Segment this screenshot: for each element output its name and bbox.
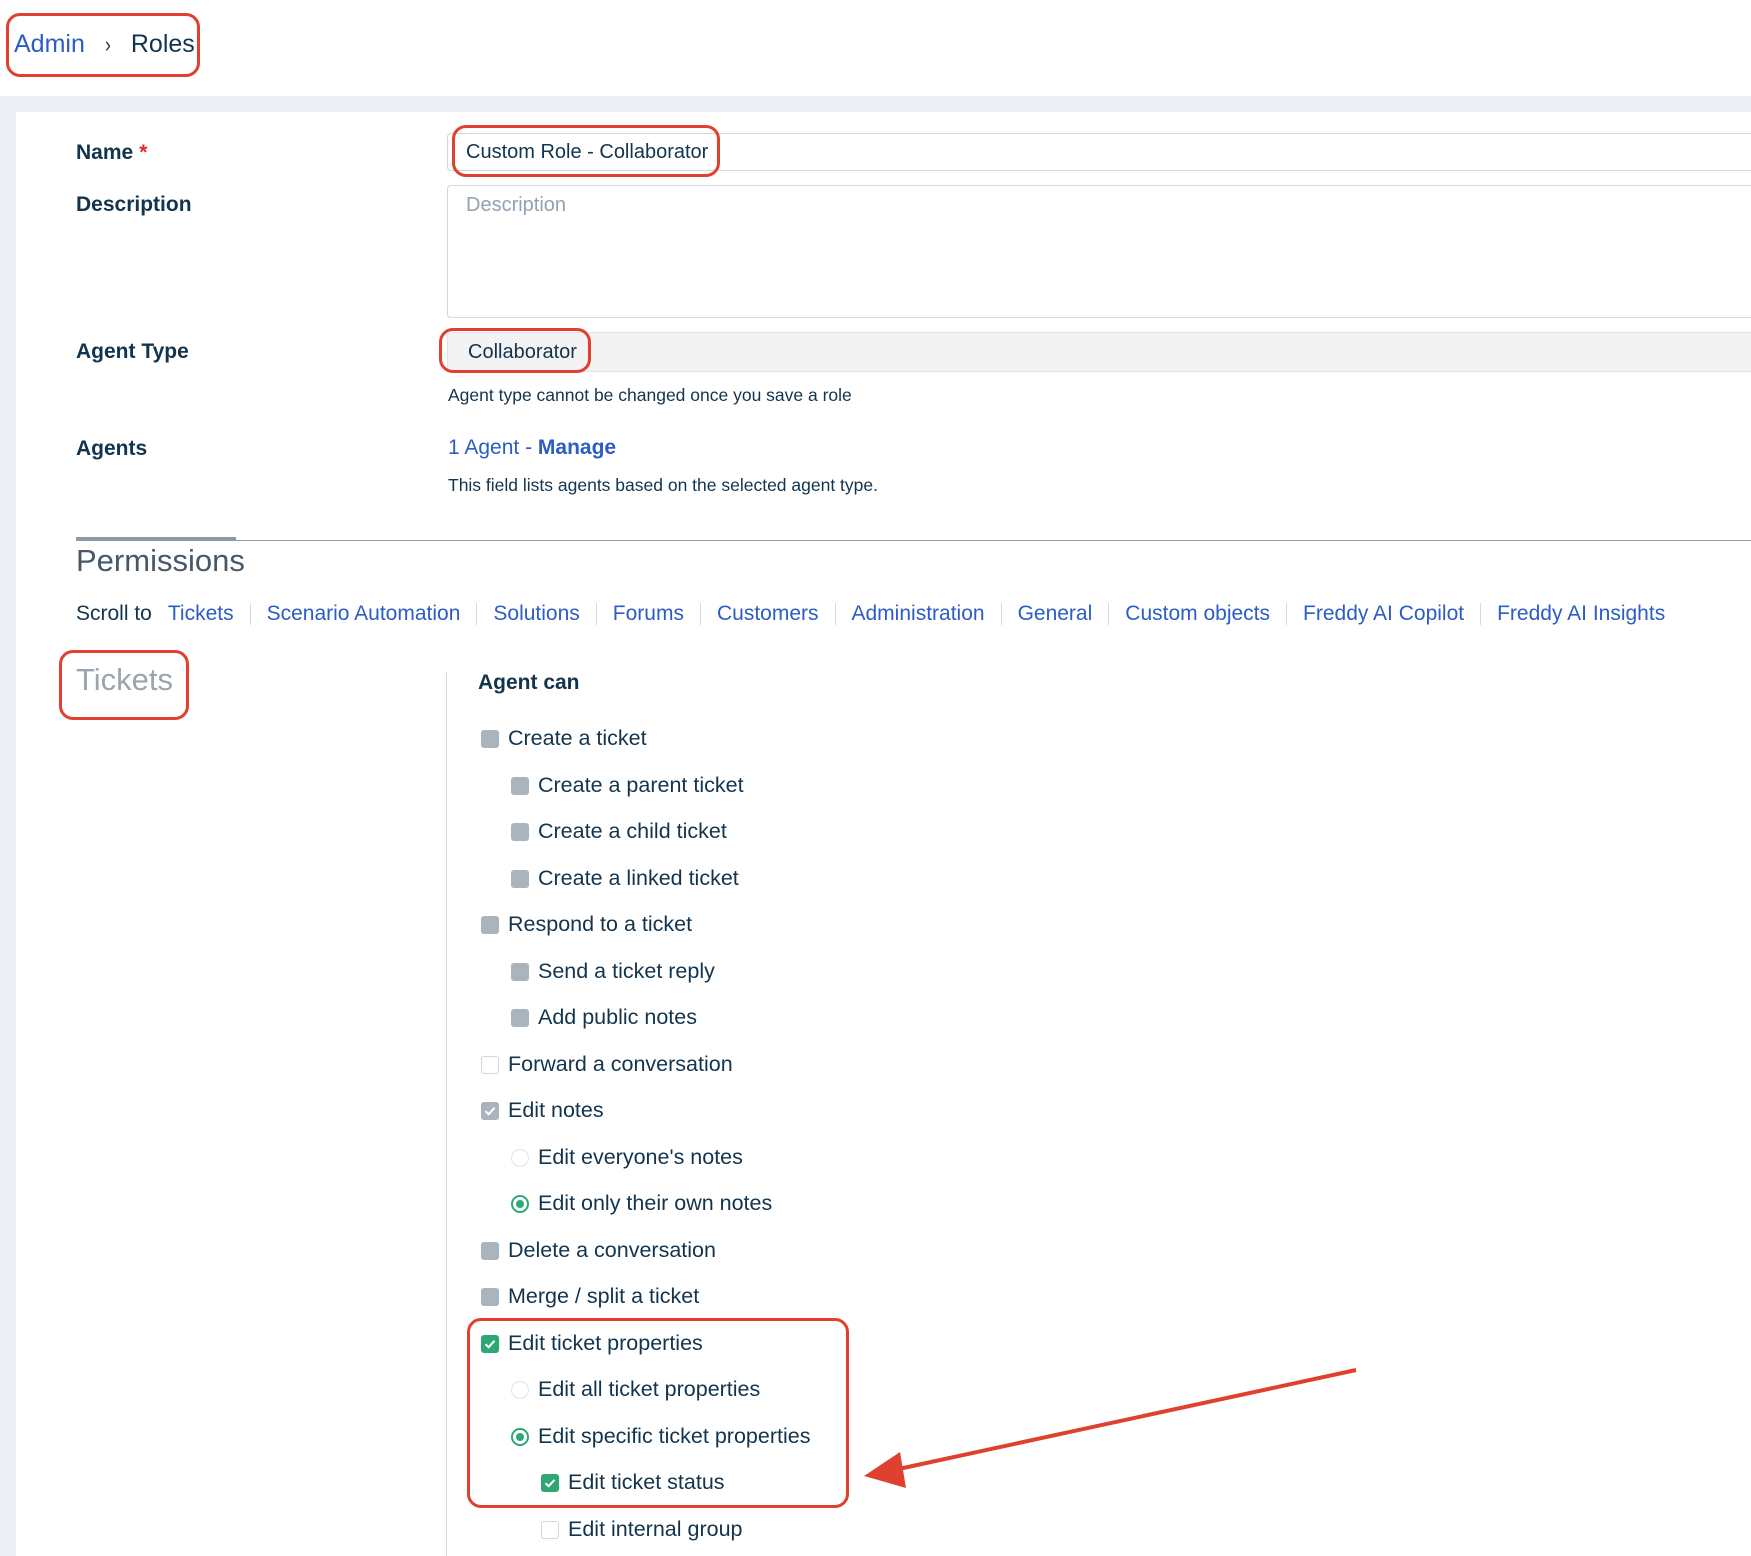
agent-can-heading: Agent can bbox=[478, 671, 580, 694]
description-textarea[interactable]: Description bbox=[447, 185, 1751, 318]
checkbox-disabled-icon[interactable] bbox=[481, 729, 499, 748]
perm-respond-ticket[interactable]: Respond to a ticket bbox=[481, 912, 692, 937]
scroll-to-label: Scroll to bbox=[76, 602, 152, 625]
perm-edit-specific-ticket-properties[interactable]: Edit specific ticket properties bbox=[511, 1424, 810, 1449]
scroll-link-solutions[interactable]: Solutions bbox=[476, 603, 595, 625]
scroll-to-nav: Scroll to Tickets Scenario Automation So… bbox=[76, 602, 1681, 626]
checkbox-disabled-icon[interactable] bbox=[481, 915, 499, 934]
checkbox-disabled-icon[interactable] bbox=[511, 1008, 529, 1027]
agents-count[interactable]: 1 Agent bbox=[448, 436, 519, 459]
checkbox-disabled-icon[interactable] bbox=[481, 1287, 499, 1306]
perm-label: Edit everyone's notes bbox=[538, 1145, 743, 1169]
perm-label: Create a linked ticket bbox=[538, 866, 739, 890]
perm-label: Edit ticket properties bbox=[508, 1331, 703, 1355]
perm-delete-conversation[interactable]: Delete a conversation bbox=[481, 1238, 716, 1263]
perm-create-parent-ticket[interactable]: Create a parent ticket bbox=[511, 773, 744, 798]
permissions-title: Permissions bbox=[76, 543, 245, 578]
agent-type-label: Agent Type bbox=[76, 340, 189, 363]
perm-label: Create a ticket bbox=[508, 726, 647, 750]
scroll-link-administration[interactable]: Administration bbox=[834, 603, 1001, 625]
checkbox-unchecked-icon[interactable] bbox=[541, 1520, 559, 1539]
perm-label: Create a child ticket bbox=[538, 819, 727, 843]
perm-label: Edit specific ticket properties bbox=[538, 1424, 811, 1448]
breadcrumb-current: Roles bbox=[130, 30, 195, 58]
name-label: Name * bbox=[76, 141, 147, 165]
scroll-link-general[interactable]: General bbox=[1000, 603, 1109, 625]
agents-link[interactable]: 1 Agent - Manage bbox=[448, 436, 616, 460]
name-input[interactable]: Custom Role - Collaborator bbox=[447, 133, 1751, 171]
perm-label: Edit all ticket properties bbox=[538, 1377, 761, 1401]
checkbox-disabled-icon[interactable] bbox=[511, 776, 529, 795]
checkbox-disabled-icon[interactable] bbox=[511, 962, 529, 981]
section-divider bbox=[446, 672, 447, 1556]
checkbox-checked-icon[interactable] bbox=[481, 1334, 499, 1353]
checkbox-disabled-icon[interactable] bbox=[511, 869, 529, 888]
checkbox-disabled-icon[interactable] bbox=[511, 822, 529, 841]
perm-label: Add public notes bbox=[538, 1005, 697, 1029]
perm-edit-internal-group[interactable]: Edit internal group bbox=[541, 1517, 743, 1542]
radio-off-icon[interactable] bbox=[511, 1148, 529, 1167]
header-bar bbox=[0, 0, 1751, 96]
perm-label: Send a ticket reply bbox=[538, 959, 715, 983]
perm-label: Edit only their own notes bbox=[538, 1191, 773, 1215]
manage-agents-link[interactable]: Manage bbox=[538, 436, 616, 459]
scroll-link-freddy-ai-copilot[interactable]: Freddy AI Copilot bbox=[1286, 603, 1480, 625]
perm-create-ticket[interactable]: Create a ticket bbox=[481, 726, 647, 751]
perm-send-reply[interactable]: Send a ticket reply bbox=[511, 959, 715, 984]
perm-create-child-ticket[interactable]: Create a child ticket bbox=[511, 819, 727, 844]
perm-label: Edit internal group bbox=[568, 1517, 743, 1541]
agent-type-value: Collaborator bbox=[468, 341, 577, 363]
required-mark: * bbox=[139, 141, 148, 164]
agents-dash: - bbox=[519, 436, 538, 459]
scroll-link-customers[interactable]: Customers bbox=[699, 603, 835, 625]
breadcrumb: Admin › Roles bbox=[14, 30, 195, 59]
perm-edit-own-notes[interactable]: Edit only their own notes bbox=[511, 1191, 772, 1216]
perm-edit-everyones-notes[interactable]: Edit everyone's notes bbox=[511, 1145, 743, 1170]
perm-label: Edit notes bbox=[508, 1098, 604, 1122]
perm-label: Merge / split a ticket bbox=[508, 1284, 700, 1308]
perm-label: Edit ticket status bbox=[568, 1470, 725, 1494]
perm-edit-all-ticket-properties[interactable]: Edit all ticket properties bbox=[511, 1377, 760, 1402]
chevron-right-icon: › bbox=[104, 31, 111, 57]
scroll-link-custom-objects[interactable]: Custom objects bbox=[1108, 603, 1286, 625]
perm-edit-notes[interactable]: Edit notes bbox=[481, 1098, 604, 1123]
agents-hint: This field lists agents based on the sel… bbox=[448, 475, 878, 495]
perm-create-linked-ticket[interactable]: Create a linked ticket bbox=[511, 866, 739, 891]
checkbox-checked-disabled-icon[interactable] bbox=[481, 1101, 499, 1120]
perm-label: Create a parent ticket bbox=[538, 773, 744, 797]
perm-merge-split-ticket[interactable]: Merge / split a ticket bbox=[481, 1284, 699, 1309]
checkbox-unchecked-icon[interactable] bbox=[481, 1055, 499, 1074]
perm-label: Respond to a ticket bbox=[508, 912, 693, 936]
permissions-divider bbox=[76, 540, 1751, 541]
agent-type-hint: Agent type cannot be changed once you sa… bbox=[448, 385, 852, 405]
perm-edit-ticket-status[interactable]: Edit ticket status bbox=[541, 1470, 725, 1495]
agents-label: Agents bbox=[76, 437, 148, 460]
scroll-link-forums[interactable]: Forums bbox=[595, 603, 700, 625]
perm-label: Forward a conversation bbox=[508, 1052, 733, 1076]
scroll-link-tickets[interactable]: Tickets bbox=[168, 603, 250, 625]
tickets-section-title: Tickets bbox=[76, 662, 174, 697]
breadcrumb-admin-link[interactable]: Admin bbox=[14, 30, 85, 59]
perm-label: Delete a conversation bbox=[508, 1238, 716, 1262]
radio-off-icon[interactable] bbox=[511, 1380, 529, 1399]
perm-add-public-notes[interactable]: Add public notes bbox=[511, 1005, 697, 1030]
radio-on-icon[interactable] bbox=[511, 1427, 529, 1446]
checkbox-checked-icon[interactable] bbox=[541, 1473, 559, 1492]
description-label: Description bbox=[76, 193, 192, 216]
scroll-link-freddy-ai-insights[interactable]: Freddy AI Insights bbox=[1480, 603, 1681, 625]
name-label-text: Name bbox=[76, 141, 134, 164]
agent-type-field: Collaborator bbox=[447, 332, 1751, 372]
checkbox-disabled-icon[interactable] bbox=[481, 1241, 499, 1260]
role-form-card bbox=[16, 112, 1751, 1556]
permissions-tab-indicator bbox=[76, 537, 236, 541]
perm-edit-ticket-properties[interactable]: Edit ticket properties bbox=[481, 1331, 703, 1356]
scroll-link-scenario-automation[interactable]: Scenario Automation bbox=[249, 603, 477, 625]
radio-on-icon[interactable] bbox=[511, 1194, 529, 1213]
perm-forward-conversation[interactable]: Forward a conversation bbox=[481, 1052, 733, 1077]
